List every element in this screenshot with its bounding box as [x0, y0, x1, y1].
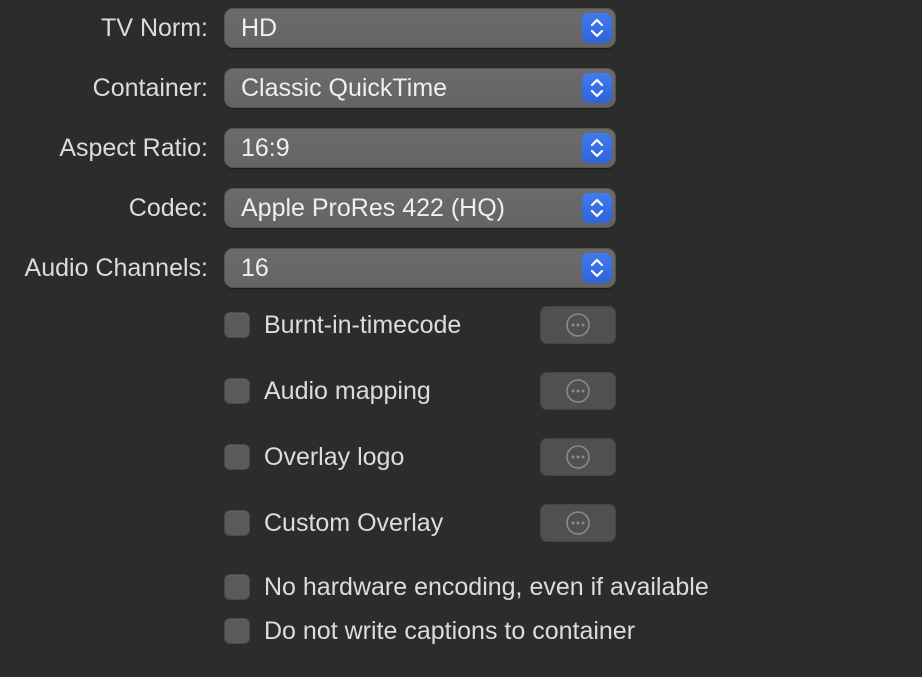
- no-hardware-encoding-label[interactable]: No hardware encoding, even if available: [264, 571, 709, 603]
- ellipsis-circle-icon: [566, 511, 590, 535]
- ellipsis-circle-icon: [566, 379, 590, 403]
- overlay-logo-checkbox[interactable]: [224, 444, 250, 470]
- container-value: Classic QuickTime: [241, 74, 448, 102]
- chevron-up-down-icon: [582, 133, 612, 163]
- tv-norm-label: TV Norm:: [101, 14, 208, 42]
- no-hardware-encoding-checkbox[interactable]: [224, 574, 250, 600]
- no-captions-label[interactable]: Do not write captions to container: [264, 615, 635, 647]
- aspect-ratio-value: 16:9: [241, 134, 290, 162]
- codec-popup[interactable]: Apple ProRes 422 (HQ): [224, 188, 616, 228]
- tv-norm-popup[interactable]: HD: [224, 8, 616, 48]
- overlay-logo-more-button[interactable]: [540, 438, 616, 476]
- audio-channels-label: Audio Channels:: [24, 254, 208, 282]
- ellipsis-circle-icon: [566, 313, 590, 337]
- tv-norm-row: TV Norm: HD: [0, 8, 922, 48]
- custom-overlay-checkbox[interactable]: [224, 510, 250, 536]
- container-row: Container: Classic QuickTime: [0, 68, 922, 108]
- audio-mapping-checkbox[interactable]: [224, 378, 250, 404]
- chevron-up-down-icon: [582, 193, 612, 223]
- audio-mapping-more-button[interactable]: [540, 372, 616, 410]
- tv-norm-value: HD: [241, 14, 278, 42]
- aspect-ratio-label: Aspect Ratio:: [59, 134, 208, 162]
- custom-overlay-label[interactable]: Custom Overlay: [264, 507, 443, 539]
- codec-value: Apple ProRes 422 (HQ): [241, 194, 506, 222]
- container-popup[interactable]: Classic QuickTime: [224, 68, 616, 108]
- chevron-up-down-icon: [582, 13, 612, 43]
- aspect-ratio-popup[interactable]: 16:9: [224, 128, 616, 168]
- overlay-logo-label[interactable]: Overlay logo: [264, 441, 404, 473]
- audio-channels-value: 16: [241, 254, 269, 282]
- aspect-ratio-row: Aspect Ratio: 16:9: [0, 128, 922, 168]
- codec-label: Codec:: [128, 194, 208, 222]
- codec-row: Codec: Apple ProRes 422 (HQ): [0, 188, 922, 228]
- audio-channels-row: Audio Channels: 16: [0, 248, 922, 288]
- chevron-up-down-icon: [582, 253, 612, 283]
- burnt-in-timecode-more-button[interactable]: [540, 306, 616, 344]
- chevron-up-down-icon: [582, 73, 612, 103]
- no-captions-checkbox[interactable]: [224, 618, 250, 644]
- audio-mapping-label[interactable]: Audio mapping: [264, 375, 431, 407]
- no-hardware-encoding-option: No hardware encoding, even if available: [224, 571, 784, 605]
- custom-overlay-more-button[interactable]: [540, 504, 616, 542]
- burnt-in-timecode-label[interactable]: Burnt-in-timecode: [264, 309, 461, 341]
- container-label: Container:: [92, 74, 208, 102]
- ellipsis-circle-icon: [566, 445, 590, 469]
- audio-channels-popup[interactable]: 16: [224, 248, 616, 288]
- burnt-in-timecode-checkbox[interactable]: [224, 312, 250, 338]
- no-captions-option: Do not write captions to container: [224, 615, 784, 649]
